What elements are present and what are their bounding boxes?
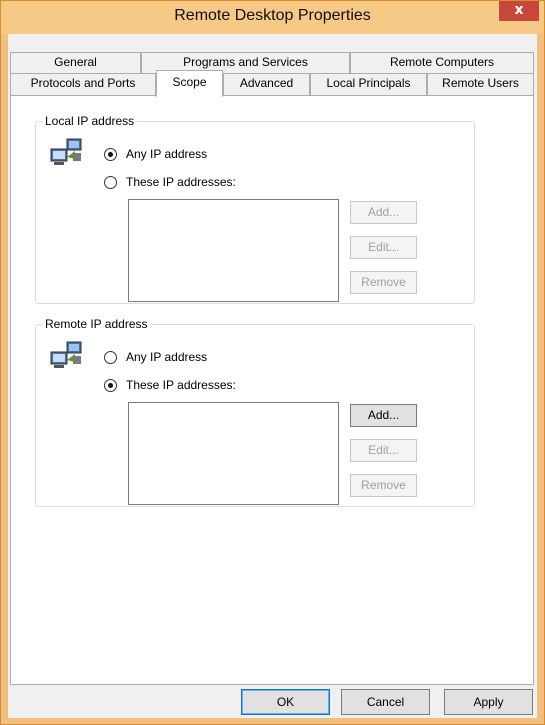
local-ip-listbox[interactable] <box>128 199 339 302</box>
local-edit-button[interactable]: Edit... <box>350 236 417 259</box>
dialog-window: Remote Desktop Properties x General Prog… <box>0 0 545 725</box>
network-computers-icon <box>49 340 85 372</box>
remote-any-ip-radio[interactable]: Any IP address <box>104 349 207 365</box>
local-ip-group: Local IP address Any IP address These IP… <box>35 114 475 304</box>
remote-these-ips-radio[interactable]: These IP addresses: <box>104 377 236 393</box>
remote-any-ip-label: Any IP address <box>126 350 208 364</box>
remote-any-ip-radio-button[interactable] <box>104 350 117 364</box>
local-these-ips-radio-button[interactable] <box>104 175 117 189</box>
tab-scope[interactable]: Scope <box>156 70 223 97</box>
tab-advanced[interactable]: Advanced <box>223 73 310 95</box>
remote-edit-button[interactable]: Edit... <box>350 439 417 462</box>
ok-button[interactable]: OK <box>241 689 330 715</box>
local-remove-button[interactable]: Remove <box>350 271 417 294</box>
tab-local-principals[interactable]: Local Principals <box>310 73 427 95</box>
close-icon: x <box>514 2 524 18</box>
scope-tab-panel: Local IP address Any IP address These IP… <box>10 95 534 685</box>
tab-remote-users[interactable]: Remote Users <box>427 73 534 95</box>
title-bar[interactable]: Remote Desktop Properties x <box>1 1 544 34</box>
local-any-ip-label: Any IP address <box>126 147 208 161</box>
local-any-ip-radio[interactable]: Any IP address <box>104 146 207 162</box>
window-title: Remote Desktop Properties <box>174 7 371 24</box>
local-add-button[interactable]: Add... <box>350 201 417 224</box>
local-these-ips-radio[interactable]: These IP addresses: <box>104 174 236 190</box>
local-ip-group-label: Local IP address <box>42 114 138 128</box>
tab-protocols-and-ports[interactable]: Protocols and Ports <box>10 73 156 95</box>
dialog-client: General Programs and Services Remote Com… <box>8 34 537 718</box>
tab-general[interactable]: General <box>10 52 141 73</box>
remote-remove-button[interactable]: Remove <box>350 474 417 497</box>
remote-these-ips-label: These IP addresses: <box>126 378 236 392</box>
network-computers-icon <box>49 137 85 169</box>
remote-these-ips-radio-button[interactable] <box>104 378 117 392</box>
close-button[interactable]: x <box>499 1 539 21</box>
apply-button[interactable]: Apply <box>444 689 533 715</box>
remote-ip-group-label: Remote IP address <box>42 317 151 331</box>
remote-ip-group: Remote IP address Any IP address These I… <box>35 317 475 507</box>
local-these-ips-label: These IP addresses: <box>126 175 236 189</box>
cancel-button[interactable]: Cancel <box>341 689 430 715</box>
remote-ip-listbox[interactable] <box>128 402 339 505</box>
tab-remote-computers[interactable]: Remote Computers <box>350 52 534 73</box>
local-any-ip-radio-button[interactable] <box>104 147 117 161</box>
remote-add-button[interactable]: Add... <box>350 404 417 427</box>
